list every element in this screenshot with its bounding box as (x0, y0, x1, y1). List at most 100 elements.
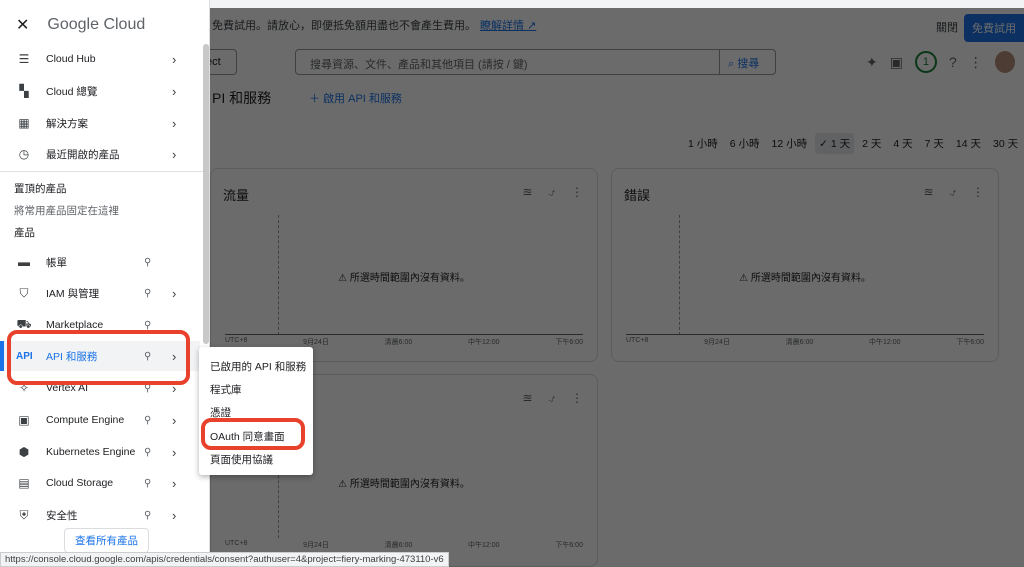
gemini-icon[interactable]: ✦ (866, 54, 878, 71)
time-range-option[interactable]: 2 天 (858, 133, 885, 154)
nav-label: Vertex AI (46, 382, 89, 394)
nav-item-vertex-ai[interactable]: ✧ Vertex AI ⚲ › (0, 373, 200, 403)
more-vert-icon[interactable]: ⋮ (571, 185, 583, 200)
grid-icon: ▦ (18, 116, 30, 130)
help-icon[interactable]: ? (949, 54, 957, 70)
cloud-shell-icon[interactable]: ▣ (890, 54, 903, 71)
pin-icon[interactable]: ⚲ (144, 320, 151, 331)
submenu-item-oauth-consent[interactable]: OAuth 同意畫面 (210, 429, 285, 444)
nav-item-kubernetes[interactable]: ⬢ Kubernetes Engine ⚲ › (0, 437, 200, 467)
nav-label: Kubernetes Engine (46, 446, 136, 458)
search-input[interactable]: 搜尋資源、文件、產品和其他項目 (請按 / 鍵) ⌕ 搜尋 (295, 49, 776, 75)
chevron-right-icon: › (172, 51, 177, 67)
nav-item-apis-services[interactable]: API API 和服務 ⚲ › (0, 341, 200, 371)
time-range-option[interactable]: 6 小時 (726, 133, 764, 154)
chip-icon: ▣ (18, 413, 30, 427)
explore-icon[interactable]: ⍻ (548, 185, 555, 200)
submenu-item-enabled-apis[interactable]: 已啟用的 API 和服務 (210, 359, 306, 374)
chevron-right-icon: › (172, 507, 177, 523)
nav-item-billing[interactable]: ▬ 帳單 ⚲ (0, 247, 200, 277)
card-title: 流量 (223, 188, 250, 203)
api-icon: API (16, 350, 33, 362)
tick-label: 中午12:00 (468, 339, 500, 346)
nav-label: Marketplace (46, 319, 104, 331)
pin-icon[interactable]: ⚲ (144, 478, 151, 489)
time-range-option[interactable]: 14 天 (952, 133, 985, 154)
nav-label: IAM 與管理 (46, 287, 100, 300)
notifications-badge[interactable]: 1 (914, 51, 937, 73)
time-range-option[interactable]: 4 天 (889, 133, 916, 154)
nav-item-compute-engine[interactable]: ▣ Compute Engine ⚲ › (0, 405, 200, 435)
chevron-right-icon: › (172, 348, 177, 364)
explore-icon[interactable]: ⍻ (548, 391, 555, 406)
google-cloud-logo[interactable]: Google Cloud (47, 16, 145, 34)
pin-icon[interactable]: ⚲ (144, 447, 151, 458)
pin-icon[interactable]: ⚲ (144, 351, 151, 362)
time-range-option[interactable]: 1 小時 (684, 133, 722, 154)
pin-icon[interactable]: ⚲ (144, 415, 151, 426)
cart-icon: ⛟ (16, 317, 32, 331)
time-range-option-selected[interactable]: ✓ 1 天 (815, 133, 855, 154)
tick-label: UTC+8 (225, 337, 248, 344)
status-bar-url: https://console.cloud.google.com/apis/cr… (0, 552, 449, 567)
nav-item-cloud-hub[interactable]: ☰ Cloud Hub › (0, 44, 200, 74)
nav-item-cloud-overview[interactable]: ▚ Cloud 總覽 › (0, 76, 200, 106)
shield-person-icon: ⛉ (19, 285, 29, 300)
errors-card: 錯誤 ≊ ⍻ ⋮ ⚠ 所選時間範圍內沒有資料。 UTC+8 9月24日 清晨6:00 中午… (611, 168, 999, 362)
legend-icon[interactable]: ≊ (522, 391, 532, 406)
time-range-option[interactable]: 12 小時 (768, 133, 812, 154)
pin-icon[interactable]: ⚲ (144, 510, 151, 521)
pinned-heading: 置頂的產品 (14, 183, 67, 195)
nav-label: Compute Engine (46, 414, 125, 426)
nav-item-security[interactable]: ⛨ 安全性 ⚲ › (0, 500, 200, 530)
empty-text: 所選時間範圍內沒有資料。 (349, 273, 470, 284)
products-heading: 產品 (14, 227, 35, 239)
submenu-item-credentials[interactable]: 憑證 (210, 405, 231, 420)
time-range-selector: 1 小時 6 小時 12 小時 ✓ 1 天 2 天 4 天 7 天 14 天 3… (684, 133, 1022, 154)
tick-label: UTC+8 (225, 540, 248, 547)
nav-label: 解決方案 (46, 117, 88, 130)
divider (0, 171, 203, 172)
scrollbar[interactable] (203, 44, 209, 344)
tick-label: 中午12:00 (468, 542, 500, 549)
pin-icon[interactable]: ⚲ (144, 383, 151, 394)
vertex-icon: ✧ (18, 381, 30, 395)
nav-item-marketplace[interactable]: ⛟ Marketplace ⚲ (0, 310, 200, 340)
time-range-option[interactable]: 30 天 (989, 133, 1022, 154)
enable-apis-button[interactable]: ＋ 啟用 API 和服務 (309, 90, 402, 106)
view-all-products-button[interactable]: 查看所有產品 (64, 528, 149, 553)
pin-icon[interactable]: ⚲ (144, 288, 151, 299)
more-vert-icon[interactable]: ⋮ (972, 185, 984, 200)
nav-item-solutions[interactable]: ▦ 解決方案 › (0, 108, 200, 138)
x-axis (225, 334, 583, 335)
pin-icon[interactable]: ⚲ (144, 257, 151, 268)
nav-item-cloud-storage[interactable]: ▤ Cloud Storage ⚲ › (0, 468, 200, 498)
search-button[interactable]: ⌕ 搜尋 (719, 50, 775, 74)
learn-more-link[interactable]: 瞭解詳情 ↗ (480, 17, 536, 33)
avatar[interactable] (994, 51, 1015, 73)
submenu-item-page-usage-agreements[interactable]: 頁面使用協議 (210, 452, 273, 467)
chevron-right-icon: › (172, 146, 177, 162)
nav-item-recent[interactable]: ◷ 最近開啟的產品 › (0, 139, 200, 169)
empty-message: ⚠ 所選時間範圍內沒有資料。 (739, 273, 871, 284)
search-placeholder: 搜尋資源、文件、產品和其他項目 (請按 / 鍵) (310, 59, 528, 71)
explore-icon[interactable]: ⍻ (949, 185, 956, 200)
more-vert-icon[interactable]: ⋮ (969, 54, 983, 71)
legend-icon[interactable]: ≊ (522, 185, 532, 200)
close-icon[interactable]: ✕ (16, 15, 29, 35)
tick-label: UTC+8 (626, 337, 649, 344)
chevron-right-icon: › (172, 285, 177, 301)
active-indicator (0, 341, 4, 371)
more-vert-icon[interactable]: ⋮ (571, 391, 583, 406)
nav-label: 最近開啟的產品 (46, 148, 120, 161)
billing-icon: ▬ (18, 255, 30, 269)
storage-icon: ▤ (18, 476, 30, 490)
nav-label: Cloud 總覽 (46, 85, 98, 98)
nav-item-iam[interactable]: ⛉ IAM 與管理 ⚲ › (0, 278, 200, 308)
clock-icon: ◷ (18, 147, 30, 161)
legend-icon[interactable]: ≊ (923, 185, 933, 200)
close-banner-button[interactable]: 關閉 (936, 19, 958, 35)
time-range-option[interactable]: 7 天 (921, 133, 948, 154)
submenu-item-library[interactable]: 程式庫 (210, 382, 242, 397)
free-trial-button[interactable]: 免費試用 (964, 14, 1024, 42)
